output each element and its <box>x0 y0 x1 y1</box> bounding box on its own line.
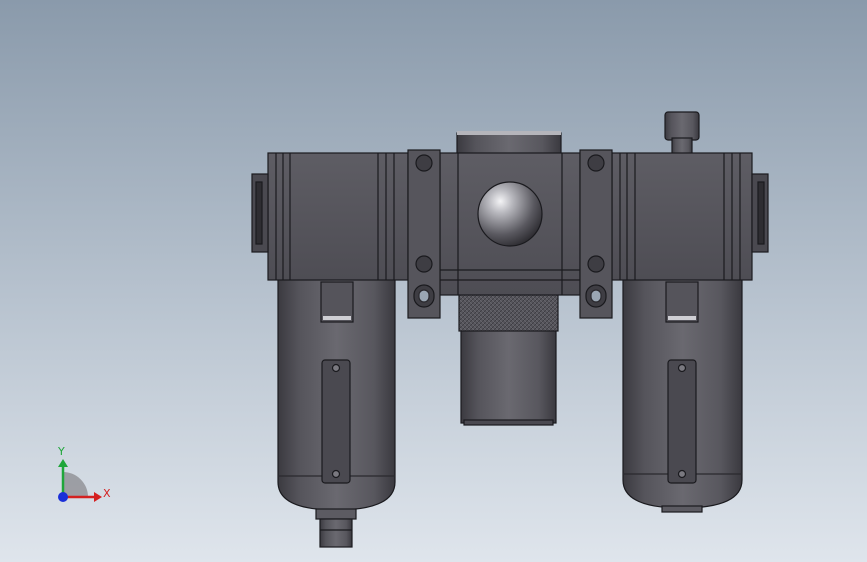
frl-unit-model <box>251 111 769 548</box>
regulator-knob <box>477 181 543 247</box>
left-module-body <box>251 152 409 281</box>
triad-quadrant <box>63 472 88 497</box>
y-axis-arrowhead <box>58 459 68 467</box>
right-joint-bracket <box>579 149 613 319</box>
coordinate-triad: X Y <box>57 445 111 502</box>
x-axis-arrowhead <box>94 492 102 502</box>
regulator-top-cap <box>456 131 562 156</box>
regulator-body <box>439 152 581 296</box>
model-viewport[interactable]: X Y <box>0 0 867 562</box>
regulator-cylinder <box>458 292 559 426</box>
y-axis-label: Y <box>57 445 65 458</box>
x-axis-label: X <box>103 487 111 500</box>
gauge-port-nozzle <box>664 111 700 155</box>
right-lubricator-bowl <box>622 277 743 513</box>
z-axis-dot <box>58 492 68 502</box>
right-module-body <box>611 152 769 281</box>
left-joint-bracket <box>407 149 441 319</box>
left-filter-bowl <box>277 277 396 548</box>
